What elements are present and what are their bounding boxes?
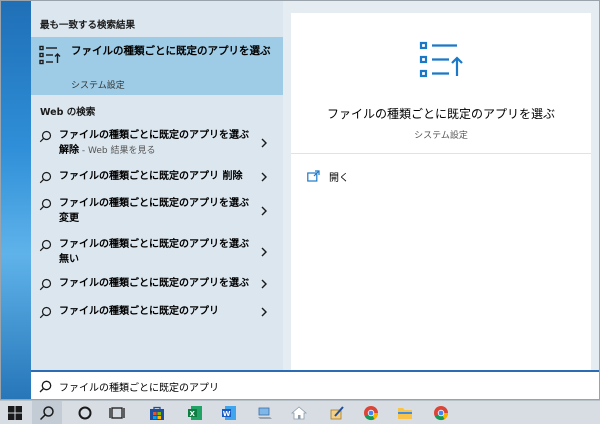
search-icon — [39, 198, 52, 211]
web-result-query-suffix: 変更 — [59, 213, 79, 224]
web-result-item[interactable]: ファイルの種類ごとに既定のアプリ — [31, 304, 283, 320]
web-result-query: ファイルの種類ごとに既定のアプリを選ぶ — [59, 278, 249, 289]
open-action[interactable]: 開く — [307, 168, 427, 186]
chevron-right-icon — [261, 247, 267, 257]
home-button[interactable] — [284, 401, 314, 424]
search-icon — [39, 130, 52, 143]
web-result-query-suffix: 無い — [59, 254, 79, 265]
taskbar: X W — [0, 400, 600, 424]
web-result-item[interactable]: ファイルの種類ごとに既定のアプリを選ぶ — [31, 276, 283, 292]
divider — [291, 153, 591, 154]
open-label: 開く — [329, 173, 349, 184]
web-result-note: - Web 結果を見る — [79, 146, 156, 156]
best-match-title: ファイルの種類ごとに既定のアプリを選ぶ — [71, 45, 271, 57]
excel-icon: X — [188, 406, 202, 420]
web-result-query: ファイルの種類ごとに既定のアプリを選ぶ — [59, 198, 249, 209]
detail-title: ファイルの種類ごとに既定のアプリを選ぶ — [326, 107, 555, 121]
file-explorer-button[interactable] — [390, 401, 420, 424]
search-icon — [39, 380, 52, 393]
pc-icon — [258, 407, 272, 419]
results-pane: 最も一致する検索結果 ファイルの種類ごとに既定のアプリを選ぶ システム設定 We… — [31, 1, 283, 371]
web-result-item[interactable]: ファイルの種類ごとに既定のアプリ 削除 — [31, 169, 283, 185]
store-button[interactable] — [142, 401, 172, 424]
search-box[interactable] — [31, 370, 600, 400]
task-view-button[interactable] — [102, 401, 132, 424]
open-icon — [307, 170, 320, 182]
chevron-right-icon — [261, 138, 267, 148]
web-search-header: Web の検索 — [40, 107, 96, 118]
search-icon — [39, 306, 52, 319]
detail-subtitle: システム設定 — [414, 131, 468, 141]
web-result-text: ファイルの種類ごとに既定のアプリ — [59, 304, 259, 319]
file-explorer-icon — [398, 408, 412, 419]
search-icon — [39, 171, 52, 184]
chrome-icon — [364, 406, 379, 421]
web-result-text: ファイルの種類ごとに既定のアプリ 削除 — [59, 169, 259, 184]
best-match-subtitle: システム設定 — [71, 81, 125, 91]
chevron-right-icon — [261, 206, 267, 216]
web-result-item[interactable]: ファイルの種類ごとに既定のアプリを選ぶ 変更 — [31, 196, 283, 226]
chrome-button-2[interactable] — [426, 401, 456, 424]
web-result-query: ファイルの種類ごとに既定のアプリ — [59, 306, 219, 317]
web-result-query: ファイルの種類ごとに既定のアプリを選ぶ — [59, 130, 249, 141]
paint-button[interactable] — [322, 401, 352, 424]
chrome-icon — [434, 406, 449, 421]
taskbar-search-button[interactable] — [32, 401, 62, 424]
task-view-icon — [109, 407, 125, 419]
web-result-item[interactable]: ファイルの種類ごとに既定のアプリを選ぶ 無い — [31, 237, 283, 267]
best-match-header: 最も一致する検索結果 — [40, 20, 136, 31]
word-icon: W — [222, 406, 236, 420]
paint-icon — [330, 406, 344, 420]
search-icon — [39, 278, 52, 291]
svg-text:X: X — [190, 410, 196, 418]
detail-pane: ファイルの種類ごとに既定のアプリを選ぶ システム設定 開く — [283, 1, 600, 371]
default-apps-icon — [39, 45, 61, 65]
web-result-query: ファイルの種類ごとに既定のアプリを選ぶ — [59, 239, 249, 250]
cortana-icon — [78, 406, 92, 420]
cortana-button[interactable] — [70, 401, 100, 424]
web-result-query: ファイルの種類ごとに既定のアプリ 削除 — [59, 171, 243, 182]
search-input[interactable] — [59, 376, 459, 396]
search-icon — [39, 239, 52, 252]
chrome-button[interactable] — [356, 401, 386, 424]
chevron-right-icon — [261, 172, 267, 182]
web-result-item[interactable]: ファイルの種類ごとに既定のアプリを選ぶ 解除 - Web 結果を見る — [31, 128, 283, 158]
web-result-query-suffix: 解除 — [59, 145, 79, 156]
best-match-result[interactable]: ファイルの種類ごとに既定のアプリを選ぶ システム設定 — [31, 37, 283, 95]
start-icon — [8, 406, 22, 420]
search-icon — [39, 406, 54, 421]
default-apps-icon — [419, 41, 463, 78]
start-button[interactable] — [0, 401, 30, 424]
search-flyout: 最も一致する検索結果 ファイルの種類ごとに既定のアプリを選ぶ システム設定 We… — [31, 1, 600, 400]
web-result-text: ファイルの種類ごとに既定のアプリを選ぶ 解除 - Web 結果を見る — [59, 128, 259, 159]
excel-button[interactable]: X — [180, 401, 210, 424]
web-result-text: ファイルの種類ごとに既定のアプリを選ぶ — [59, 276, 259, 291]
web-result-text: ファイルの種類ごとに既定のアプリを選ぶ 変更 — [59, 196, 259, 226]
pc-button[interactable] — [250, 401, 280, 424]
chevron-right-icon — [261, 307, 267, 317]
detail-card: ファイルの種類ごとに既定のアプリを選ぶ システム設定 開く — [291, 13, 591, 371]
home-icon — [291, 406, 307, 420]
chevron-right-icon — [261, 279, 267, 289]
word-button[interactable]: W — [214, 401, 244, 424]
web-result-text: ファイルの種類ごとに既定のアプリを選ぶ 無い — [59, 237, 259, 267]
svg-text:W: W — [223, 410, 231, 418]
store-icon — [150, 406, 164, 420]
